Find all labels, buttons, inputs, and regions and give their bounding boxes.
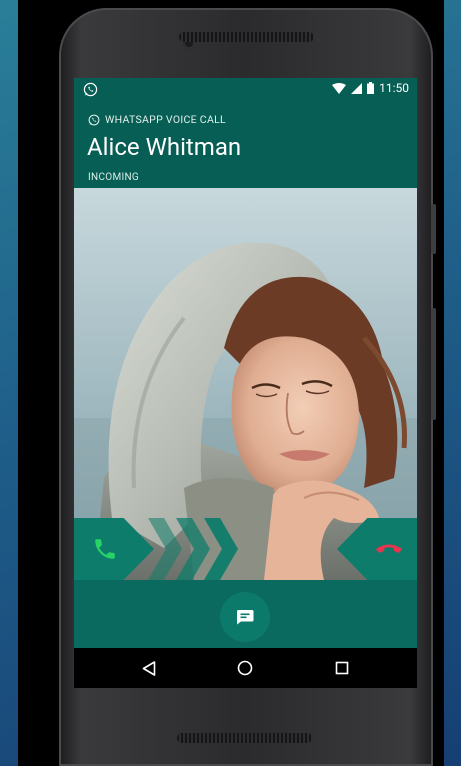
status-bar: 11:50	[74, 78, 417, 102]
call-type: WHATSAPP VOICE CALL	[88, 113, 226, 126]
bottom-speaker	[177, 733, 312, 743]
battery-icon	[367, 82, 375, 94]
call-header: WHATSAPP VOICE CALL Alice Whitman INCOMI…	[74, 102, 417, 188]
android-navigation-bar	[74, 648, 417, 688]
call-status: INCOMING	[88, 172, 140, 183]
phone-hangup-icon	[376, 544, 402, 553]
power-button	[431, 308, 436, 420]
wifi-icon	[332, 82, 347, 94]
back-button[interactable]	[138, 657, 160, 679]
phone-screen: 11:50 WHATSAPP VOICE CALL Alice Whitman …	[74, 78, 417, 688]
caller-name: Alice Whitman	[87, 133, 242, 161]
signal-icon	[351, 82, 363, 94]
whatsapp-icon	[83, 82, 98, 97]
call-type-label: WHATSAPP VOICE CALL	[105, 113, 227, 126]
top-speaker	[179, 32, 314, 42]
status-time: 11:50	[379, 81, 409, 95]
back-icon	[142, 660, 156, 676]
message-icon	[236, 610, 254, 625]
call-actions-bar	[74, 580, 417, 648]
whatsapp-icon	[88, 114, 100, 125]
home-icon	[237, 660, 253, 676]
recents-icon	[335, 661, 349, 675]
volume-button	[431, 204, 436, 254]
reply-message-button[interactable]	[220, 592, 270, 642]
swipe-chevrons	[148, 518, 238, 580]
home-button[interactable]	[234, 657, 256, 679]
recents-button[interactable]	[331, 657, 353, 679]
phone-icon	[95, 539, 115, 559]
